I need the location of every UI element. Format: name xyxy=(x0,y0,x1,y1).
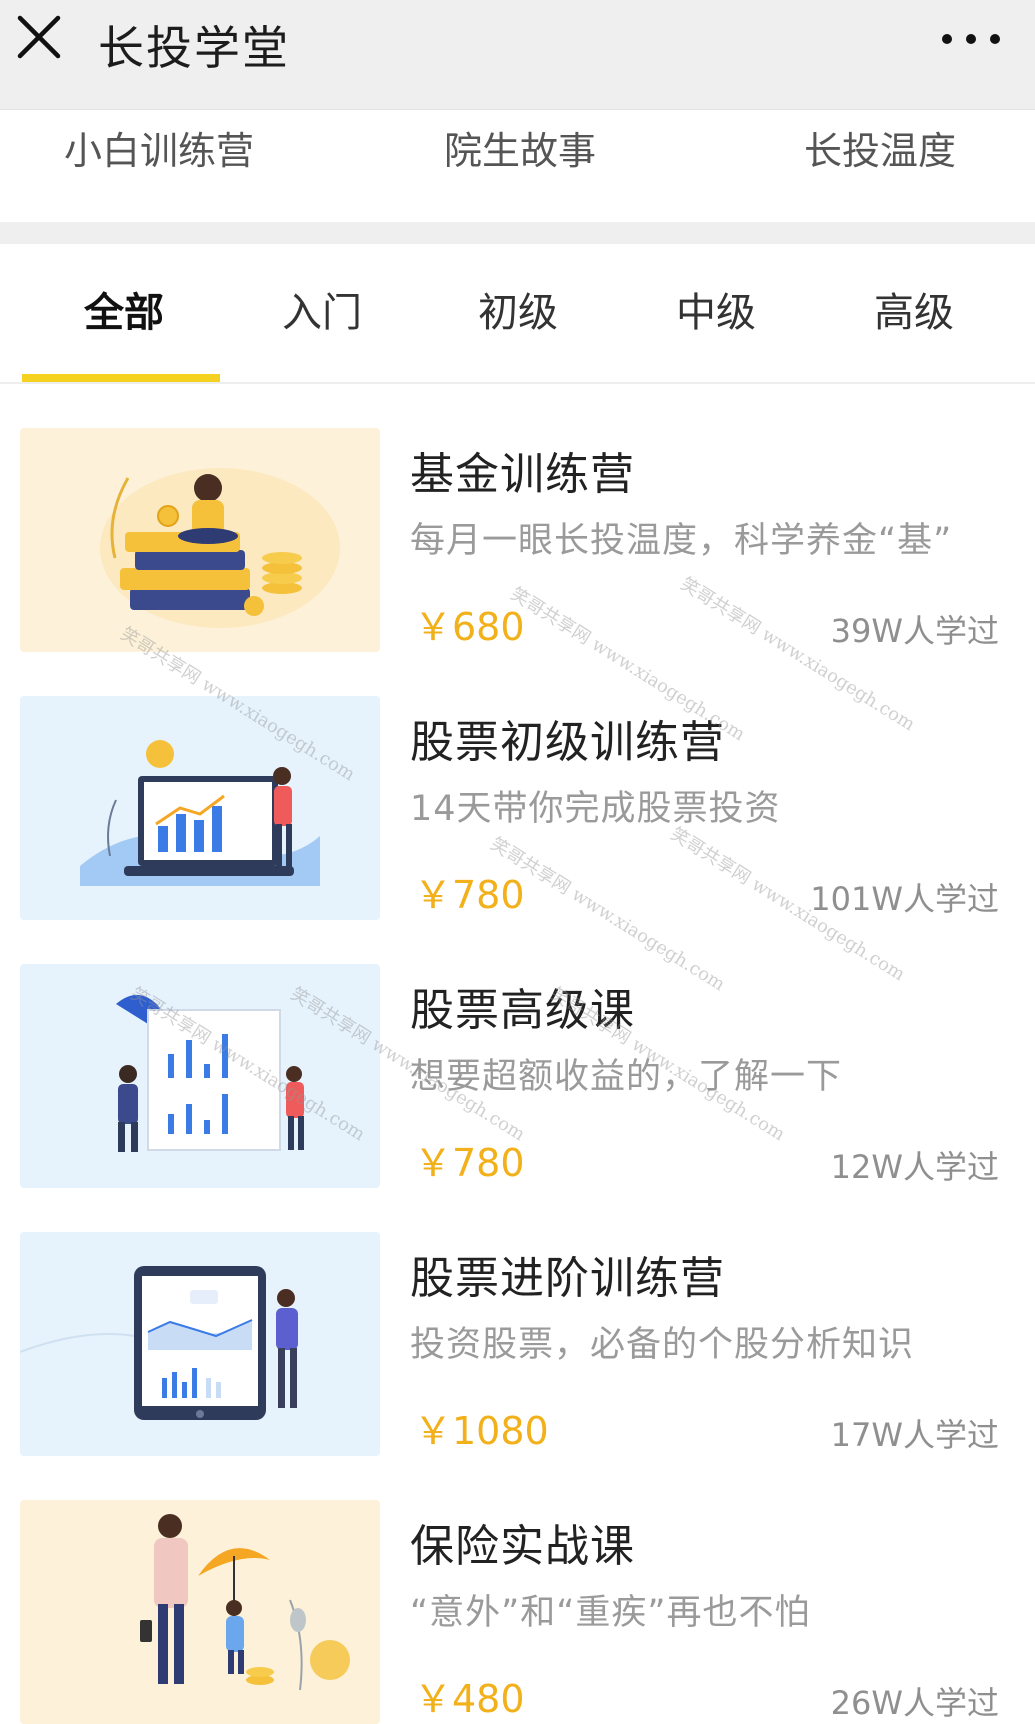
course-subtitle: 投资股票，必备的个股分析知识 xyxy=(410,1325,915,1365)
books-coins-illustration xyxy=(20,428,380,652)
title-bar: 长投学堂 xyxy=(0,0,1035,110)
learner-count: 39W人学过 xyxy=(830,612,999,650)
course-price: ￥780 xyxy=(414,873,525,917)
course-item[interactable]: 股票进阶训练营 投资股票，必备的个股分析知识 ￥1080 17W人学过 xyxy=(0,1232,1035,1462)
tab-intro[interactable]: 入门 xyxy=(282,280,362,338)
course-price: ￥680 xyxy=(414,605,525,649)
course-subtitle: “意外”和“重疾”再也不怕 xyxy=(410,1593,811,1633)
tab-junior[interactable]: 初级 xyxy=(478,280,558,338)
laptop-chart-illustration xyxy=(20,696,380,920)
nav-item-student-stories[interactable]: 院生故事 xyxy=(444,120,596,175)
page-title: 长投学堂 xyxy=(98,21,290,75)
nav-item-temperature[interactable]: 长投温度 xyxy=(804,120,956,175)
course-price: ￥780 xyxy=(414,1141,525,1185)
whiteboard-chart-illustration xyxy=(20,964,380,1188)
close-icon[interactable] xyxy=(10,8,70,68)
tab-advanced[interactable]: 高级 xyxy=(874,280,954,338)
learner-count: 101W人学过 xyxy=(810,880,999,918)
course-subtitle: 每月一眼长投温度，科学养金“基” xyxy=(410,521,953,561)
course-item[interactable]: 基金训练营 每月一眼长投温度，科学养金“基” ￥680 39W人学过 xyxy=(0,428,1035,658)
course-subtitle: 想要超额收益的，了解一下 xyxy=(410,1057,843,1097)
tab-intermediate[interactable]: 中级 xyxy=(676,280,756,338)
tab-all[interactable]: 全部 xyxy=(84,280,164,338)
course-subtitle: 14天带你完成股票投资 xyxy=(410,789,781,829)
course-item[interactable]: 股票初级训练营 14天带你完成股票投资 ￥780 101W人学过 xyxy=(0,696,1035,926)
top-nav: 小白训练营 院生故事 长投温度 xyxy=(0,110,1035,222)
course-price: ￥1080 xyxy=(414,1409,549,1453)
learner-count: 26W人学过 xyxy=(830,1684,999,1722)
tablet-chart-illustration xyxy=(20,1232,380,1456)
course-item[interactable]: 股票高级课 想要超额收益的，了解一下 ￥780 12W人学过 xyxy=(0,964,1035,1194)
learner-count: 12W人学过 xyxy=(830,1148,999,1186)
course-price: ￥480 xyxy=(414,1677,525,1721)
course-title: 股票初级训练营 xyxy=(410,717,725,768)
section-divider xyxy=(0,222,1035,244)
more-dots-icon[interactable] xyxy=(939,22,1003,56)
umbrella-family-illustration xyxy=(20,1500,380,1724)
learner-count: 17W人学过 xyxy=(830,1416,999,1454)
course-title: 保险实战课 xyxy=(410,1521,635,1572)
course-title: 股票进阶训练营 xyxy=(410,1253,725,1304)
course-title: 股票高级课 xyxy=(410,985,635,1036)
nav-item-beginner-camp[interactable]: 小白训练营 xyxy=(64,120,254,175)
course-item[interactable]: 保险实战课 “意外”和“重疾”再也不怕 ￥480 26W人学过 xyxy=(0,1500,1035,1724)
active-tab-indicator xyxy=(22,374,220,382)
level-tabs: 全部 入门 初级 中级 高级 xyxy=(0,244,1035,384)
app-root: 长投学堂 小白训练营 院生故事 长投温度 全部 入门 初级 中级 高级 基金训练… xyxy=(0,0,1035,1724)
course-title: 基金训练营 xyxy=(410,449,635,500)
